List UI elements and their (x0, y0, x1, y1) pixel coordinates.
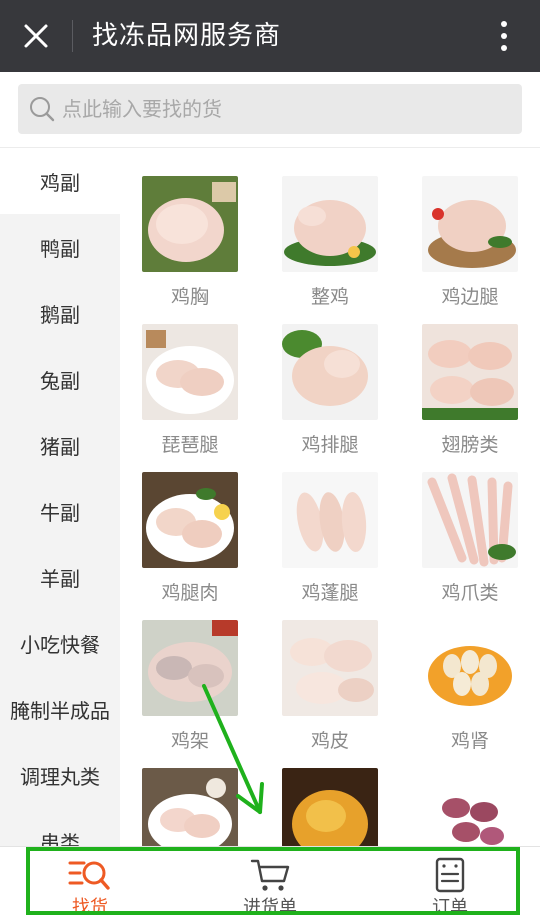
product-image (142, 768, 238, 846)
product-image (422, 324, 518, 420)
sidebar-item-marinated[interactable]: 腌制半成品 (0, 676, 120, 742)
product-card[interactable]: 鸡架 (142, 620, 238, 753)
product-image (142, 324, 238, 420)
product-image (282, 768, 378, 846)
product-label: 鸡边腿 (441, 286, 499, 308)
product-card[interactable]: 鸡蓬腿 (282, 472, 378, 605)
product-grid-area: 鸡胸 整鸡 鸡边腿 琵琶腿 鸡排腿 翅膀类 鸡腿肉 鸡蓬腿 鸡爪类 鸡架 鸡皮 … (120, 148, 540, 846)
product-card[interactable]: 鸡肾 (422, 620, 518, 753)
product-label: 翅膀类 (441, 434, 499, 456)
title-divider (72, 20, 73, 52)
product-label: 鸡架 (170, 730, 209, 752)
search-input[interactable]: 点此输入要找的货 (18, 84, 522, 134)
bottom-tab-bar: 找货 进货单 订单 (0, 846, 540, 921)
tab-cart[interactable]: 进货单 (180, 847, 360, 921)
product-card[interactable]: 琵琶腿 (142, 324, 238, 457)
order-icon (435, 857, 465, 893)
sidebar-item-snacks[interactable]: 小吃快餐 (0, 610, 120, 676)
search-placeholder: 点此输入要找的货 (62, 97, 222, 121)
tab-label: 订单 (432, 897, 468, 918)
sidebar-item-skewers[interactable]: 串类 (0, 808, 120, 847)
category-sidebar: 鸡副 鸭副 鹅副 兔副 猪副 牛副 羊副 小吃快餐 腌制半成品 调理丸类 串类 (0, 148, 120, 846)
product-image (142, 472, 238, 568)
product-label: 鸡排腿 (301, 434, 359, 456)
product-label: 鸡蓬腿 (301, 582, 359, 604)
product-image (282, 324, 378, 420)
product-image (142, 176, 238, 272)
product-card[interactable]: 翅膀类 (422, 324, 518, 457)
tab-label: 找货 (72, 897, 108, 918)
product-card[interactable]: 鸡排腿 (282, 324, 378, 457)
product-card[interactable]: 整鸡 (282, 176, 378, 309)
product-card[interactable] (282, 768, 378, 846)
product-label: 鸡皮 (310, 730, 349, 752)
sidebar-item-goose[interactable]: 鹅副 (0, 280, 120, 346)
product-card[interactable]: 鸡皮 (282, 620, 378, 753)
tab-label: 进货单 (243, 897, 297, 918)
sidebar-item-chicken[interactable]: 鸡副 (0, 148, 120, 214)
close-icon[interactable] (18, 18, 54, 54)
sidebar-item-lamb[interactable]: 羊副 (0, 544, 120, 610)
product-label: 整鸡 (310, 286, 349, 308)
product-label: 鸡肾 (450, 730, 489, 752)
product-card[interactable]: 鸡腿肉 (142, 472, 238, 605)
product-image (142, 620, 238, 716)
tab-find-goods[interactable]: 找货 (0, 847, 180, 921)
product-image (282, 472, 378, 568)
more-vertical-icon[interactable] (490, 18, 518, 54)
product-image (422, 620, 518, 716)
product-card[interactable] (142, 768, 238, 846)
sidebar-item-duck[interactable]: 鸭副 (0, 214, 120, 280)
product-image (282, 176, 378, 272)
cart-icon (250, 859, 290, 891)
product-card[interactable]: 鸡胸 (142, 176, 238, 309)
product-card[interactable]: 鸡边腿 (422, 176, 518, 309)
search-icon (30, 97, 55, 122)
sidebar-item-balls[interactable]: 调理丸类 (0, 742, 120, 808)
sidebar-item-beef[interactable]: 牛副 (0, 478, 120, 544)
product-image (422, 176, 518, 272)
product-label: 鸡胸 (170, 286, 209, 308)
product-card[interactable] (422, 768, 518, 846)
product-image (282, 620, 378, 716)
product-label: 琵琶腿 (161, 434, 219, 456)
app-window: 找冻品网服务商 点此输入要找的货 鸡副 鸭副 鹅副 兔副 猪副 牛副 羊副 小吃… (0, 0, 540, 921)
find-goods-icon (68, 861, 110, 890)
product-label: 鸡腿肉 (161, 582, 219, 604)
sidebar-item-pork[interactable]: 猪副 (0, 412, 120, 478)
product-image (422, 768, 518, 846)
product-image (422, 472, 518, 568)
page-title: 找冻品网服务商 (92, 21, 282, 51)
title-bar: 找冻品网服务商 (0, 0, 540, 72)
search-area: 点此输入要找的货 (0, 72, 540, 148)
tab-orders[interactable]: 订单 (360, 847, 540, 921)
product-label: 鸡爪类 (441, 582, 499, 604)
product-card[interactable]: 鸡爪类 (422, 472, 518, 605)
sidebar-item-rabbit[interactable]: 兔副 (0, 346, 120, 412)
